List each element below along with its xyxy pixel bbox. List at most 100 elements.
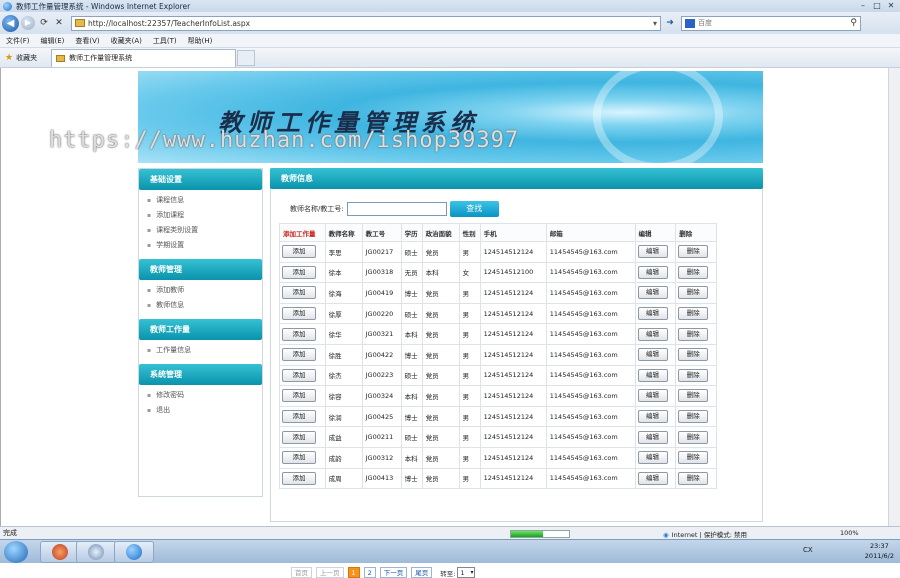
taskbar-app-2[interactable]: [76, 541, 116, 563]
pager-prev[interactable]: 上一页: [316, 567, 344, 578]
star-icon[interactable]: ★: [5, 53, 13, 63]
add-workload-button[interactable]: 添加: [282, 265, 316, 279]
sidebar-item-semester[interactable]: 学期设置: [139, 238, 262, 253]
sidebar-item-add-course[interactable]: 添加课程: [139, 208, 262, 223]
delete-button[interactable]: 删除: [678, 265, 709, 279]
taskbar-app-1[interactable]: [40, 541, 80, 563]
zoom-level[interactable]: 100%: [840, 529, 859, 537]
ie-icon: [126, 544, 142, 560]
forward-icon[interactable]: ▶: [21, 16, 35, 30]
delete-button[interactable]: 删除: [678, 471, 709, 485]
sidebar-item-change-password[interactable]: 修改密码: [139, 388, 262, 403]
dropdown-icon[interactable]: ▾: [653, 19, 660, 28]
sidebar-item-add-teacher[interactable]: 添加教师: [139, 283, 262, 298]
cell-edit: 编辑: [634, 261, 677, 284]
pager-page-2[interactable]: 2: [363, 567, 376, 578]
pager-last[interactable]: 尾页: [411, 567, 433, 578]
add-workload-button[interactable]: 添加: [282, 430, 316, 444]
search-icon[interactable]: ⚲: [850, 18, 860, 28]
app-icon: [52, 544, 68, 560]
add-workload-button[interactable]: 添加: [282, 327, 316, 341]
edit-button[interactable]: 编辑: [637, 430, 668, 444]
pager-next[interactable]: 下一页: [379, 567, 408, 578]
edit-button[interactable]: 编辑: [637, 389, 668, 403]
add-workload-button[interactable]: 添加: [282, 471, 316, 485]
sidebar-section-title: 教师工作量: [139, 319, 262, 340]
delete-button[interactable]: 删除: [678, 410, 709, 424]
add-workload-button[interactable]: 添加: [282, 368, 316, 382]
add-workload-button[interactable]: 添加: [282, 245, 316, 259]
close-icon[interactable]: ✕: [884, 1, 898, 11]
sidebar-item-logout[interactable]: 退出: [139, 403, 262, 418]
edit-button[interactable]: 编辑: [637, 368, 668, 382]
taskbar-ie[interactable]: [114, 541, 154, 563]
go-icon[interactable]: ➜: [663, 17, 677, 30]
menu-favorites[interactable]: 收藏夹(A): [111, 36, 142, 46]
add-workload-button[interactable]: 添加: [282, 389, 316, 403]
search-field[interactable]: 百度 ⚲: [681, 15, 861, 31]
edit-button[interactable]: 编辑: [637, 265, 668, 279]
delete-button[interactable]: 删除: [678, 286, 709, 300]
edit-button[interactable]: 编辑: [637, 471, 668, 485]
cell-politics: 党员: [421, 323, 460, 345]
menu-edit[interactable]: 编辑(E): [41, 36, 65, 46]
delete-button[interactable]: 删除: [678, 451, 709, 465]
vertical-scrollbar[interactable]: [888, 68, 900, 526]
col-header-add-workload: 添加工作量: [279, 223, 326, 242]
sidebar-item-workload-info[interactable]: 工作量信息: [139, 343, 262, 358]
pager-first[interactable]: 首页: [291, 567, 312, 578]
tray-language[interactable]: CX: [803, 546, 813, 554]
search-provider-icon: [685, 18, 695, 28]
cell-id: JG00422: [361, 343, 402, 366]
teacher-search-input[interactable]: [346, 202, 447, 216]
pager-page-1[interactable]: 1: [347, 567, 360, 578]
start-button[interactable]: [4, 541, 28, 563]
add-workload-button[interactable]: 添加: [282, 307, 316, 321]
cell-email: 11454545@163.com: [545, 343, 636, 366]
delete-button[interactable]: 删除: [678, 389, 709, 403]
cell-email: 11454545@163.com: [545, 261, 636, 284]
sidebar-item-teacher-info[interactable]: 教师信息: [139, 298, 262, 313]
favorites-button[interactable]: 收藏夹: [16, 53, 37, 63]
cell-degree: 硕士: [400, 241, 423, 263]
pager-goto-select[interactable]: 1: [457, 567, 476, 578]
maximize-icon[interactable]: □: [870, 1, 884, 11]
banner-swirl: [593, 71, 723, 163]
refresh-icon[interactable]: ⟳: [38, 17, 50, 29]
add-workload-button[interactable]: 添加: [282, 286, 316, 300]
edit-button[interactable]: 编辑: [637, 348, 668, 362]
cell-id: JG00318: [361, 261, 402, 284]
edit-button[interactable]: 编辑: [637, 451, 668, 465]
sidebar-item-course-category[interactable]: 课程类别设置: [139, 223, 262, 238]
delete-button[interactable]: 删除: [678, 368, 709, 382]
find-button[interactable]: 查找: [449, 201, 499, 217]
edit-button[interactable]: 编辑: [637, 307, 668, 321]
url-field[interactable]: http://localhost:22357/TeacherInfoList.a…: [71, 15, 661, 31]
menu-help[interactable]: 帮助(H): [188, 36, 213, 46]
add-workload-button[interactable]: 添加: [282, 348, 316, 362]
menu-file[interactable]: 文件(F): [6, 36, 30, 46]
menu-view[interactable]: 查看(V): [75, 36, 99, 46]
security-zone[interactable]: Internet | 保护模式: 禁用: [663, 529, 747, 539]
delete-button[interactable]: 删除: [678, 307, 709, 321]
stop-icon[interactable]: ✕: [53, 17, 65, 29]
new-tab-button[interactable]: [237, 49, 256, 66]
edit-button[interactable]: 编辑: [637, 245, 668, 259]
edit-button[interactable]: 编辑: [637, 410, 668, 424]
cell-edit: 编辑: [634, 364, 677, 387]
back-icon[interactable]: ◀: [2, 14, 19, 32]
minimize-icon[interactable]: –: [856, 1, 870, 11]
add-workload-button[interactable]: 添加: [282, 410, 316, 424]
edit-button[interactable]: 编辑: [637, 286, 668, 300]
delete-button[interactable]: 删除: [678, 245, 709, 259]
menu-tools[interactable]: 工具(T): [153, 36, 177, 46]
edit-button[interactable]: 编辑: [637, 327, 668, 341]
add-workload-button[interactable]: 添加: [282, 451, 316, 465]
delete-button[interactable]: 删除: [678, 430, 709, 444]
cell-name: 成周: [324, 467, 363, 490]
browser-tab[interactable]: 教师工作量管理系统: [51, 48, 237, 67]
delete-button[interactable]: 删除: [678, 348, 709, 362]
tray-clock[interactable]: 23:37 2011/6/2: [865, 541, 894, 561]
sidebar-item-course-info[interactable]: 课程信息: [139, 193, 262, 208]
delete-button[interactable]: 删除: [678, 327, 709, 341]
